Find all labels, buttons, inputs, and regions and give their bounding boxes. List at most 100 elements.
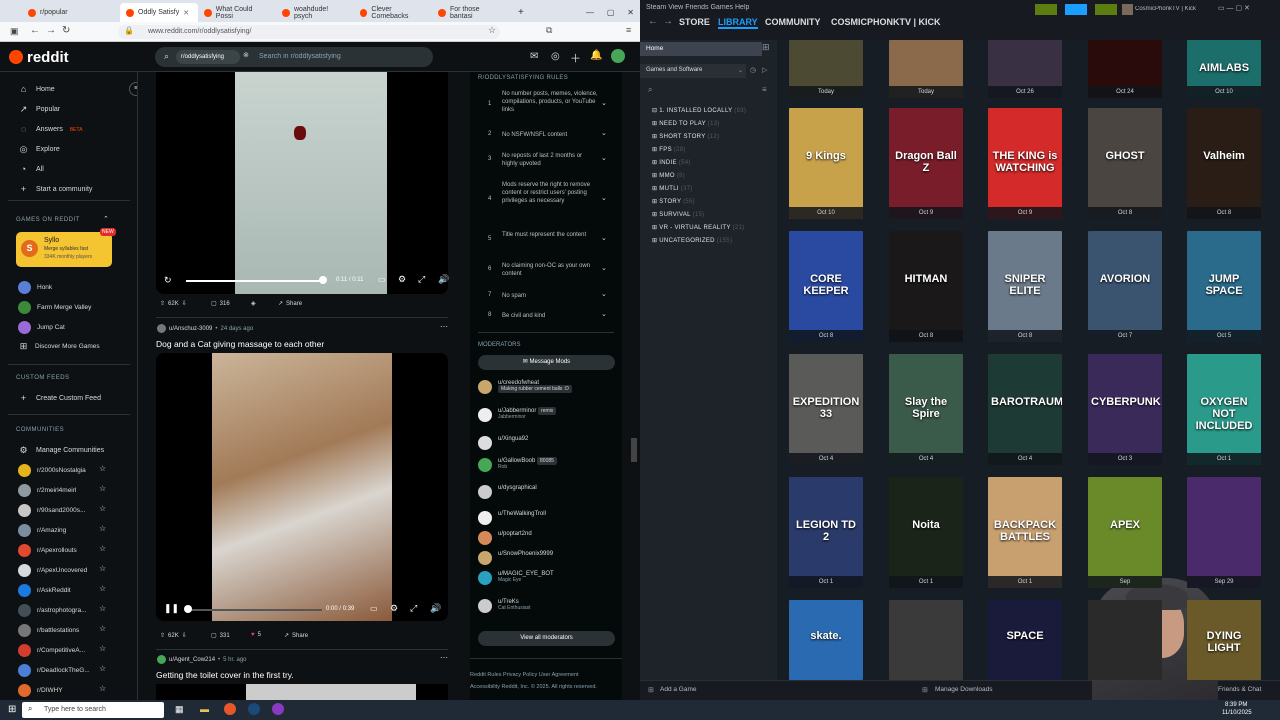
- menu-help[interactable]: Help: [735, 4, 749, 11]
- favorite-star-icon[interactable]: ☆: [99, 664, 106, 673]
- downvote-icon[interactable]: ⇩: [182, 300, 187, 307]
- overflow-menu-icon[interactable]: ⋯: [440, 322, 448, 331]
- community-item[interactable]: r/astrophotogra...: [18, 604, 87, 617]
- clock-date[interactable]: 11/10/2025: [1222, 710, 1252, 716]
- award-button[interactable]: ♥ 5: [251, 632, 261, 638]
- favorite-star-icon[interactable]: ☆: [99, 624, 106, 633]
- chevron-down-icon[interactable]: ⌄: [601, 99, 607, 107]
- nav-answers[interactable]: ◌ Answers BETA: [18, 124, 83, 135]
- category-indie[interactable]: ⊞ INDIE (54): [652, 159, 691, 166]
- tab-woahdude[interactable]: woahdude! psych: [276, 3, 354, 22]
- moderator-item[interactable]: u/Jabberminor remix Jabberminor: [478, 407, 557, 422]
- new-tab-button[interactable]: +: [512, 3, 526, 22]
- author-avatar[interactable]: [157, 324, 166, 333]
- upvote-icon[interactable]: ⇧: [160, 632, 165, 639]
- category-uncategorized[interactable]: ⊞ UNCATEGORIZED (155): [652, 237, 732, 244]
- reload-icon[interactable]: ↻: [62, 25, 70, 36]
- moderator-item[interactable]: u/MAGIC_EYE_BOT Magic Eye: [478, 571, 554, 585]
- community-item[interactable]: r/ApexUncovered: [18, 564, 87, 577]
- video-player[interactable]: ↻ 0:11 / 0:11 ▭ ⚙ ⤢ 🔊: [156, 72, 449, 294]
- post-author[interactable]: u/Anschuz-3009: [169, 326, 212, 332]
- create-custom-feed[interactable]: + Create Custom Feed: [18, 393, 101, 404]
- message-mods-button[interactable]: ✉ Message Mods: [478, 355, 615, 370]
- scrubber-handle[interactable]: [184, 605, 192, 613]
- taskbar-search-input[interactable]: Type here to search: [44, 706, 106, 713]
- grid-view-icon[interactable]: ⊞: [762, 42, 770, 53]
- extensions-icon[interactable]: ⧉: [546, 25, 552, 36]
- chat-icon[interactable]: ✉: [530, 51, 538, 62]
- game-tile[interactable]: SPACE: [988, 600, 1062, 680]
- rule-text[interactable]: Mods reserve the right to remove content…: [502, 181, 598, 205]
- recent-icon[interactable]: ◷: [750, 66, 756, 74]
- app-icon[interactable]: [272, 703, 284, 715]
- chevron-down-icon[interactable]: ⌄: [601, 154, 607, 162]
- tab-r-popular[interactable]: r/popular: [22, 3, 122, 22]
- chevron-down-icon[interactable]: ⌄: [601, 290, 607, 298]
- chevron-down-icon[interactable]: ⌄: [601, 234, 607, 242]
- captions-icon[interactable]: ▭: [370, 604, 378, 613]
- notifications-button[interactable]: [1095, 4, 1117, 15]
- game-honk[interactable]: Honk: [18, 281, 52, 294]
- windows-start-icon[interactable]: ⊞: [8, 704, 16, 715]
- game-tile[interactable]: THE KING is WATCHING Oct 9: [988, 108, 1062, 219]
- community-item[interactable]: r/AskReddit: [18, 584, 71, 597]
- rule-text[interactable]: No claiming non-OC as your own content: [502, 262, 598, 278]
- library-home[interactable]: Home: [640, 42, 762, 56]
- favorite-star-icon[interactable]: ☆: [99, 544, 106, 553]
- rule-text[interactable]: No spam: [502, 292, 598, 300]
- favorite-star-icon[interactable]: ☆: [99, 644, 106, 653]
- menu-icon[interactable]: ≡: [626, 25, 631, 35]
- menu-steam[interactable]: Steam: [646, 4, 666, 11]
- forward-icon[interactable]: →: [663, 16, 673, 27]
- post-media[interactable]: [156, 684, 448, 700]
- favorite-star-icon[interactable]: ☆: [99, 484, 106, 493]
- advertise-icon[interactable]: ◎: [551, 51, 560, 62]
- downvote-icon[interactable]: ⇩: [182, 632, 187, 639]
- steam-nav-community[interactable]: COMMUNITY: [765, 17, 821, 27]
- menu-games[interactable]: Games: [710, 4, 733, 11]
- add-game-button[interactable]: Add a Game: [660, 686, 697, 693]
- menu-friends[interactable]: Friends: [685, 4, 708, 11]
- settings-gear-icon[interactable]: ⚙: [398, 274, 406, 285]
- game-tile[interactable]: GHOST Oct 8: [1088, 108, 1162, 219]
- rule-text[interactable]: Be civil and kind: [502, 312, 598, 320]
- author-avatar[interactable]: [157, 655, 166, 664]
- favorite-star-icon[interactable]: ☆: [99, 464, 106, 473]
- community-item[interactable]: r/2meirl4meirl: [18, 484, 76, 497]
- file-explorer-icon[interactable]: ▬: [200, 704, 209, 714]
- moderator-item[interactable]: u/dysgraphical: [478, 485, 537, 499]
- community-item[interactable]: r/DeadlockTheG...: [18, 664, 90, 677]
- game-tile[interactable]: [1088, 600, 1162, 680]
- community-item[interactable]: r/battlestations: [18, 624, 79, 637]
- captions-icon[interactable]: ▭: [378, 275, 386, 284]
- games-filter-dropdown[interactable]: Games and Software: [640, 64, 746, 78]
- game-tile[interactable]: Slay the Spire Oct 4: [889, 354, 963, 465]
- game-card-syllo[interactable]: S Syllo Merge syllables fast 334K monthl…: [16, 228, 116, 267]
- games-heading[interactable]: GAMES ON REDDIT: [16, 217, 80, 223]
- community-item[interactable]: r/Amazing: [18, 524, 66, 537]
- chevron-up-icon[interactable]: ⌃: [103, 215, 109, 223]
- url-field[interactable]: www.reddit.com/r/oddlysatisfying/: [118, 25, 500, 39]
- nav-start-community[interactable]: + Start a community: [18, 184, 93, 195]
- game-tile[interactable]: SNIPER ELITE Oct 8: [988, 231, 1062, 342]
- game-tile[interactable]: DYING LIGHT: [1187, 600, 1261, 680]
- nav-all[interactable]: ◔ All: [18, 164, 44, 175]
- game-tile[interactable]: APEX Sep: [1088, 477, 1162, 588]
- community-item[interactable]: r/90sand2000s...: [18, 504, 85, 517]
- moderator-item[interactable]: u/TreKs Cat Enthusiast: [478, 599, 531, 613]
- game-tile[interactable]: skate.: [789, 600, 863, 680]
- communities-heading[interactable]: COMMUNITIES: [16, 427, 64, 433]
- friends-chat-button[interactable]: Friends & Chat: [1218, 686, 1261, 693]
- clock-time[interactable]: 8:39 PM: [1225, 702, 1247, 708]
- favorite-star-icon[interactable]: ☆: [99, 564, 106, 573]
- category-need-to-play[interactable]: ⊞ NEED TO PLAY (13): [652, 120, 720, 127]
- game-tile[interactable]: CORE KEEPER Oct 8: [789, 231, 863, 342]
- vote-group[interactable]: ⇧ 62K ⇩: [160, 632, 187, 640]
- share-button[interactable]: ↗ Share: [278, 300, 302, 308]
- game-tile[interactable]: CYBERPUNK Oct 3: [1088, 354, 1162, 465]
- moderator-item[interactable]: u/creedofwheat Making rubber cement balls…: [478, 380, 572, 394]
- search-input[interactable]: Search in r/oddlysatisfying: [259, 53, 341, 60]
- game-tile[interactable]: HITMAN Oct 8: [889, 231, 963, 342]
- category-story[interactable]: ⊞ STORY (55): [652, 198, 695, 205]
- discover-games[interactable]: ⊞ Discover More Games: [18, 341, 100, 352]
